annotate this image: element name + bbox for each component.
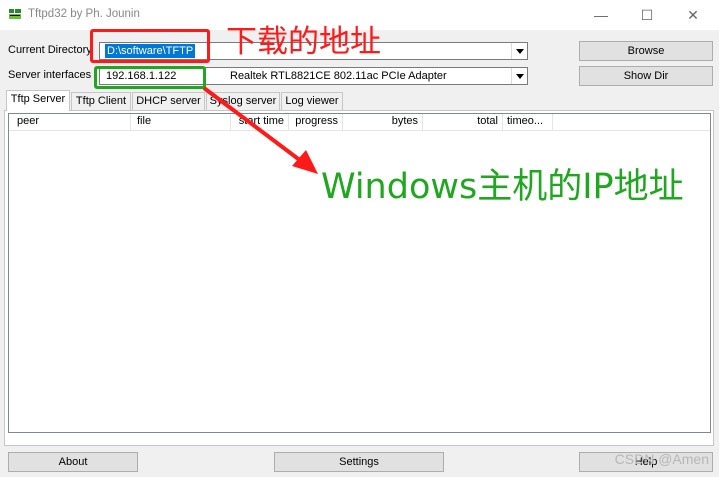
maximize-button[interactable]: ☐ xyxy=(630,4,664,26)
browse-button[interactable]: Browse xyxy=(579,41,713,61)
column-header-peer[interactable]: peer xyxy=(9,114,131,130)
column-header-timeout[interactable]: timeo... xyxy=(503,114,553,130)
arrow-icon xyxy=(202,86,318,174)
close-button[interactable]: ✕ xyxy=(676,4,710,26)
chevron-down-icon[interactable] xyxy=(511,68,527,84)
column-header-bytes[interactable]: bytes xyxy=(343,114,423,130)
chevron-down-icon[interactable] xyxy=(511,43,527,59)
windows-ip-annotation: Windows主机的IP地址 xyxy=(321,167,684,207)
minimize-button[interactable]: — xyxy=(584,4,618,26)
maximize-icon: ☐ xyxy=(640,7,654,23)
server-adapter: Realtek RTL8821CE 802.11ac PCIe Adapter xyxy=(230,70,447,82)
about-button[interactable]: About xyxy=(8,452,138,472)
csdn-watermark: CSDN @Amen xyxy=(614,451,709,467)
current-directory-label: Current Directory xyxy=(8,44,92,56)
close-icon: ✕ xyxy=(687,7,699,23)
tab-tftp-server[interactable]: Tftp Server xyxy=(6,90,70,111)
show-dir-button[interactable]: Show Dir xyxy=(579,66,713,86)
app-icon xyxy=(8,8,22,20)
column-header-total[interactable]: total xyxy=(423,114,503,130)
download-address-annotation: 下载的地址 xyxy=(226,24,381,60)
download-address-highlight xyxy=(90,29,210,63)
window-title: Tftpd32 by Ph. Jounin xyxy=(28,8,140,20)
minimize-icon: — xyxy=(594,7,608,23)
header-divider xyxy=(9,130,710,131)
tftpd32-window: Tftpd32 by Ph. Jounin — ☐ ✕ Current Dire… xyxy=(0,0,719,477)
tab-tftp-client[interactable]: Tftp Client xyxy=(71,92,131,110)
server-interfaces-label: Server interfaces xyxy=(8,69,92,81)
settings-button[interactable]: Settings xyxy=(274,452,444,472)
